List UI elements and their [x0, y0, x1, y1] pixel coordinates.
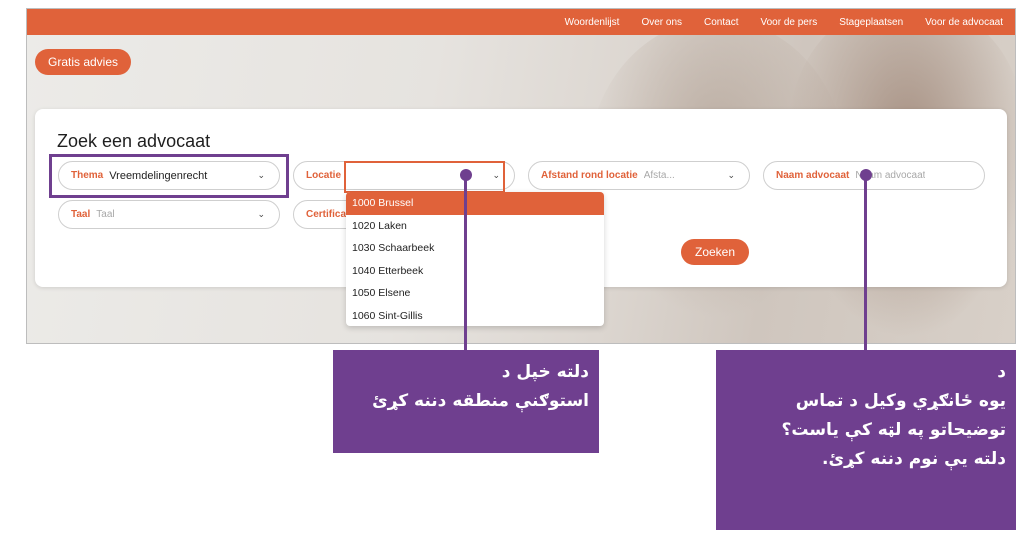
callout-lawyer-name: د یوه ځانګړي وکیل د تماس توضیحاتو په لټه…	[716, 350, 1016, 530]
taal-label: Taal	[71, 209, 91, 220]
annotation-dot-right	[859, 169, 872, 181]
callout-lawyer-line: توضیحاتو په لټه کې یاست؟	[781, 420, 1006, 440]
dropdown-option[interactable]: 1050 Elsene	[346, 282, 604, 305]
chevron-down-icon: ⌄	[257, 209, 265, 219]
dropdown-option[interactable]: 1030 Schaarbeek	[346, 237, 604, 260]
zoeken-button[interactable]: Zoeken	[681, 239, 750, 265]
dropdown-option[interactable]: 1020 Laken	[346, 215, 604, 238]
callout-location: دلته خپل د استوګنې منطقه دننه کړئ	[333, 350, 599, 453]
locatie-dropdown: 1000 Brussel 1020 Laken 1030 Schaarbeek …	[346, 192, 604, 326]
dropdown-option[interactable]: 1060 Sint-Gillis	[346, 305, 604, 327]
search-title: Zoek een advocaat	[57, 131, 211, 151]
naam-advocaat-input[interactable]: Naam advocaat Naam advocaat	[763, 161, 985, 190]
taal-placeholder: Taal	[96, 209, 115, 220]
nav-link-voor-de-advocaat[interactable]: Voor de advocaat	[925, 17, 1003, 28]
taal-select[interactable]: Taal Taal ⌄	[58, 200, 280, 229]
nav-link-voor-de-pers[interactable]: Voor de pers	[760, 17, 817, 28]
callout-lawyer-line: یوه ځانګړي وکیل د تماس	[795, 391, 1006, 411]
callout-lawyer-line: د	[997, 362, 1006, 382]
dropdown-option[interactable]: 1000 Brussel	[346, 192, 604, 215]
thema-highlight-box	[49, 154, 289, 198]
callout-location-line: دلته خپل د	[501, 362, 589, 382]
nav-link-stageplaatsen[interactable]: Stageplaatsen	[839, 17, 903, 28]
top-navigation: Woordenlijst Over ons Contact Voor de pe…	[27, 9, 1015, 35]
naam-label: Naam advocaat	[776, 170, 850, 181]
nav-link-over-ons[interactable]: Over ons	[641, 17, 682, 28]
callout-lawyer-line: دلته یې نوم دننه کړئ.	[822, 449, 1006, 469]
afstand-select[interactable]: Afstand rond locatie Afsta... ⌄	[528, 161, 750, 190]
chevron-down-icon: ⌄	[727, 170, 735, 180]
annotation-line-right	[864, 176, 867, 352]
dropdown-option[interactable]: 1040 Etterbeek	[346, 260, 604, 283]
gratis-advies-button[interactable]: Gratis advies	[35, 49, 132, 75]
callout-location-line: استوګنې منطقه دننه کړئ	[372, 391, 589, 411]
nav-link-woordenlijst[interactable]: Woordenlijst	[565, 17, 620, 28]
nav-link-contact[interactable]: Contact	[704, 17, 738, 28]
locatie-focus-box	[344, 161, 505, 193]
locatie-label: Locatie	[306, 170, 342, 181]
annotation-line-left	[464, 176, 467, 352]
certificaat-label: Certifica	[306, 209, 347, 220]
afstand-placeholder: Afsta...	[643, 170, 675, 181]
afstand-label: Afstand rond locatie	[541, 170, 638, 181]
annotation-dot-left	[459, 169, 472, 181]
